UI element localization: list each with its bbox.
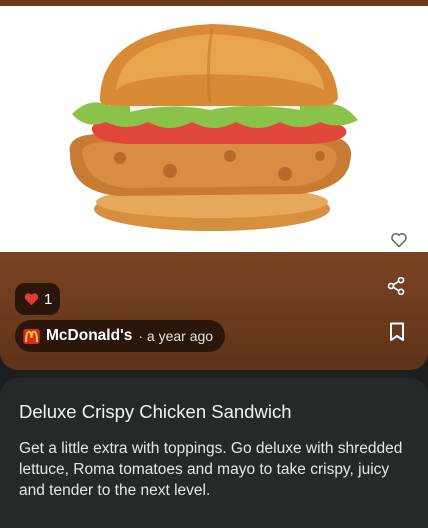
share-button[interactable]	[386, 276, 406, 296]
product-header-card	[0, 252, 428, 370]
product-image	[0, 6, 428, 252]
heart-filled-icon	[24, 293, 39, 306]
bookmark-icon	[390, 322, 404, 341]
bookmark-button[interactable]	[389, 322, 405, 342]
source-chip[interactable]: McDonald's · a year ago	[15, 320, 226, 352]
share-icon	[387, 276, 405, 296]
post-timestamp: · a year ago	[138, 328, 214, 344]
like-count: 1	[44, 290, 53, 308]
item-title: Deluxe Crispy Chicken Sandwich	[19, 401, 292, 422]
item-description: Get a little extra with toppings. Go del…	[19, 440, 403, 499]
favorite-button[interactable]	[390, 231, 408, 249]
source-name: McDonald's	[46, 327, 133, 344]
mcdonalds-logo-icon	[23, 328, 40, 344]
heart-outline-icon	[391, 233, 407, 248]
like-button[interactable]: 1	[15, 283, 61, 315]
sandwich-illustration	[69, 24, 358, 231]
